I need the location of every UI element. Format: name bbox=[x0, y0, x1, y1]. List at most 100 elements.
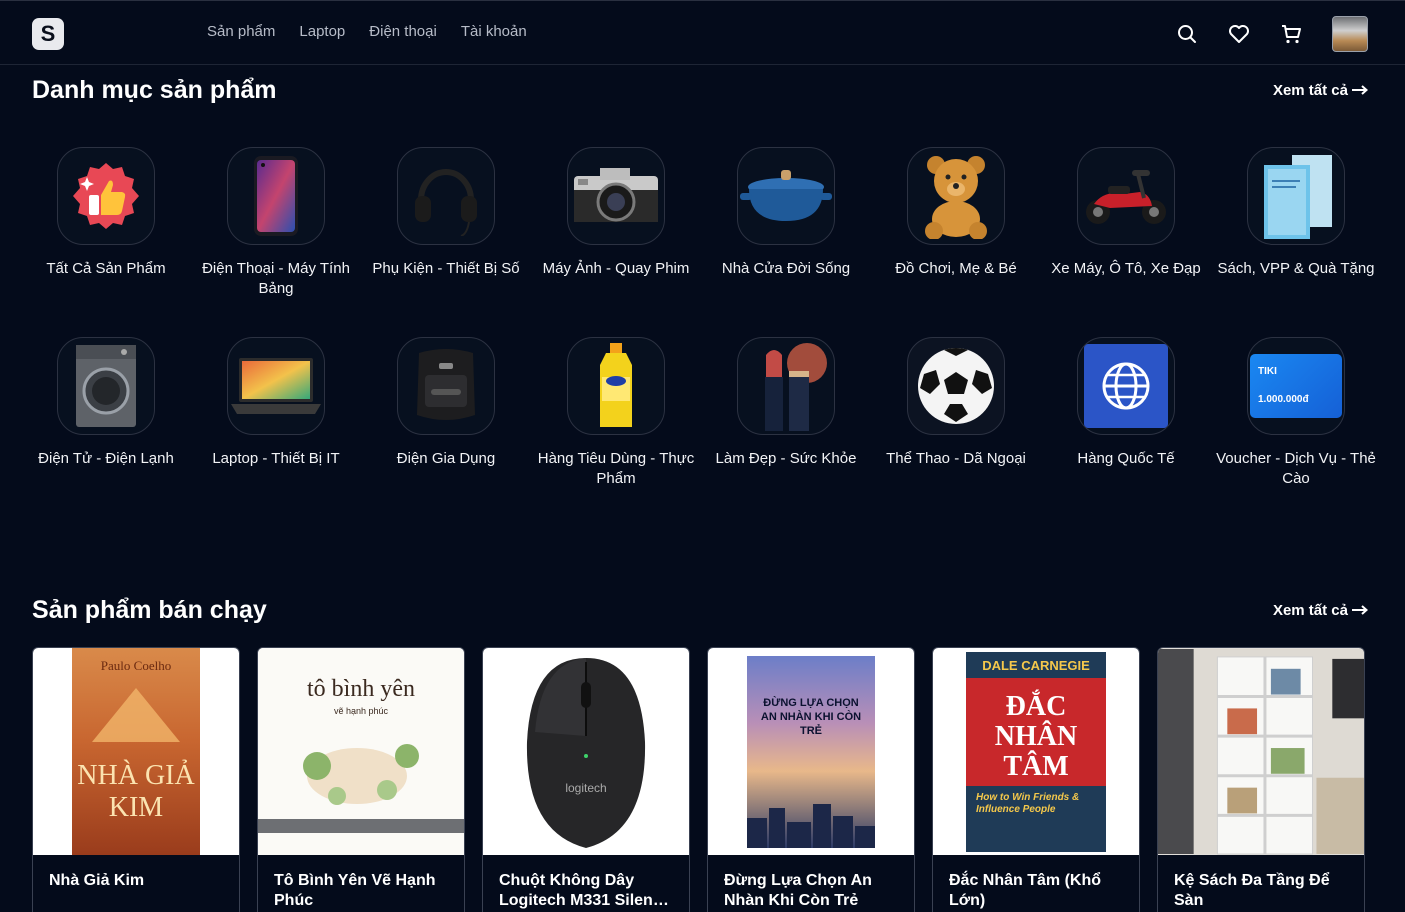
category-item[interactable]: Laptop - Thiết Bị IT bbox=[191, 337, 361, 489]
top-navigation-bar: S Sản phẩm Laptop Điện thoại Tài khoản bbox=[0, 0, 1405, 65]
product-image: ĐỪNG LỰA CHỌN AN NHÀN KHI CÒN TRẺ bbox=[708, 648, 914, 855]
main-nav: Sản phẩm Laptop Điện thoại Tài khoản bbox=[207, 23, 527, 40]
voucher-card: TIKI 1.000.000đ bbox=[1250, 354, 1342, 418]
category-item[interactable]: Đồ Chơi, Mẹ & Bé bbox=[871, 147, 1041, 299]
washing-machine-icon bbox=[57, 337, 155, 435]
soccer-ball-icon bbox=[907, 337, 1005, 435]
product-name: Đắc Nhân Tâm (Khổ Lớn) bbox=[949, 872, 1102, 909]
scooter-icon bbox=[1077, 147, 1175, 245]
category-item[interactable]: Hàng Quốc Tế bbox=[1041, 337, 1211, 489]
category-label: Sách, VPP & Quà Tặng bbox=[1217, 260, 1375, 277]
mouse-illustration: logitech bbox=[526, 657, 646, 848]
cover-subtitle: How to Win Friends & Influence People bbox=[976, 791, 1080, 815]
heart-icon[interactable] bbox=[1228, 23, 1250, 45]
category-label: Voucher - Dịch Vụ - Thẻ Cào bbox=[1216, 450, 1376, 487]
category-label: Laptop - Thiết Bị IT bbox=[212, 450, 340, 467]
category-item[interactable]: Máy Ảnh - Quay Phim bbox=[531, 147, 701, 299]
categories-see-all-link[interactable]: Xem tất cả bbox=[1272, 82, 1369, 99]
globe-icon bbox=[1077, 337, 1175, 435]
bestseller-title: Sản phẩm bán chạy bbox=[32, 596, 267, 624]
category-label: Đồ Chơi, Mẹ & Bé bbox=[895, 260, 1017, 277]
product-image bbox=[1158, 648, 1364, 855]
see-all-label: Xem tất cả bbox=[1272, 82, 1348, 99]
book-cover: tô bình yên vẽ hạnh phúc bbox=[258, 648, 464, 855]
product-name: Kệ Sách Đa Tầng Để Sàn bbox=[1174, 872, 1330, 909]
category-label: Phụ Kiện - Thiết Bị Số bbox=[372, 260, 520, 277]
laptop-icon bbox=[227, 337, 325, 435]
nav-link-account[interactable]: Tài khoản bbox=[461, 23, 527, 40]
category-grid: Tất Cả Sản Phẩm Điện Thoại - Máy Tính Bả… bbox=[21, 147, 1383, 489]
cover-title: ĐỪNG LỰA CHỌN AN NHÀN KHI CÒN TRẺ bbox=[760, 696, 862, 737]
plants-illustration bbox=[303, 744, 419, 805]
product-card[interactable]: logitech Chuột Không Dây Logitech M331 S… bbox=[482, 647, 690, 912]
book-cover: DALE CARNEGIE ĐẮC NHÂN TÂM How to Win Fr… bbox=[966, 651, 1106, 852]
air-fryer-icon bbox=[397, 337, 495, 435]
product-card[interactable]: Kệ Sách Đa Tầng Để Sàn bbox=[1157, 647, 1365, 912]
product-image: DALE CARNEGIE ĐẮC NHÂN TÂM How to Win Fr… bbox=[933, 648, 1139, 855]
phone-icon bbox=[227, 147, 325, 245]
product-image: logitech bbox=[483, 648, 689, 855]
category-item[interactable]: Điện Thoại - Máy Tính Bảng bbox=[191, 147, 361, 299]
see-all-label: Xem tất cả bbox=[1272, 602, 1348, 619]
header-actions bbox=[1176, 16, 1368, 52]
category-label: Tất Cả Sản Phẩm bbox=[46, 260, 166, 277]
headphones-icon bbox=[397, 147, 495, 245]
product-image: Paulo Coelho NHÀ GIẢ KIM bbox=[33, 648, 239, 855]
search-icon[interactable] bbox=[1176, 23, 1198, 45]
site-logo[interactable]: S bbox=[32, 18, 64, 50]
cart-icon[interactable] bbox=[1280, 23, 1302, 45]
pot-icon bbox=[737, 147, 835, 245]
category-item[interactable]: Điện Gia Dụng bbox=[361, 337, 531, 489]
cover-title: ĐẮC NHÂN TÂM bbox=[994, 690, 1078, 782]
category-item[interactable]: Tất Cả Sản Phẩm bbox=[21, 147, 191, 299]
cover-title: NHÀ GIẢ KIM bbox=[77, 760, 195, 823]
product-list: Paulo Coelho NHÀ GIẢ KIM Nhà Giả Kim tô … bbox=[32, 647, 1365, 912]
cover-author: DALE CARNEGIE bbox=[982, 657, 1090, 673]
book-cover: ĐỪNG LỰA CHỌN AN NHÀN KHI CÒN TRẺ bbox=[747, 655, 875, 848]
categories-title: Danh mục sản phẩm bbox=[32, 76, 277, 104]
mouse-brand: logitech bbox=[565, 781, 606, 795]
category-item[interactable]: Làm Đẹp - Sức Khỏe bbox=[701, 337, 871, 489]
nav-link-phone[interactable]: Điện thoại bbox=[369, 23, 437, 40]
product-card[interactable]: tô bình yên vẽ hạnh phúc Tô Bình Yên Vẽ … bbox=[257, 647, 465, 912]
category-label: Xe Máy, Ô Tô, Xe Đạp bbox=[1051, 260, 1201, 277]
product-name: Đừng Lựa Chọn An Nhàn Khi Còn Trẻ bbox=[724, 872, 872, 909]
books-icon bbox=[1247, 147, 1345, 245]
oil-bottle-icon bbox=[567, 337, 665, 435]
category-item[interactable]: TIKI 1.000.000đ Voucher - Dịch Vụ - Thẻ … bbox=[1211, 337, 1381, 489]
lipstick-icon bbox=[737, 337, 835, 435]
product-name: Nhà Giả Kim bbox=[49, 872, 145, 889]
category-label: Điện Gia Dụng bbox=[396, 450, 496, 467]
avatar[interactable] bbox=[1332, 16, 1368, 52]
bestseller-see-all-link[interactable]: Xem tất cả bbox=[1272, 602, 1369, 619]
arrow-right-icon bbox=[1352, 82, 1369, 99]
product-image: tô bình yên vẽ hạnh phúc bbox=[258, 648, 464, 855]
category-label: Hàng Quốc Tế bbox=[1077, 450, 1175, 467]
category-label: Nhà Cửa Đời Sống bbox=[721, 260, 851, 277]
category-item[interactable]: Nhà Cửa Đời Sống bbox=[701, 147, 871, 299]
nav-link-laptop[interactable]: Laptop bbox=[299, 23, 345, 40]
category-item[interactable]: Sách, VPP & Quà Tặng bbox=[1211, 147, 1381, 299]
voucher-brand: TIKI bbox=[1258, 366, 1277, 377]
voucher-icon: TIKI 1.000.000đ bbox=[1247, 337, 1345, 435]
product-card[interactable]: ĐỪNG LỰA CHỌN AN NHÀN KHI CÒN TRẺ Đừng L… bbox=[707, 647, 915, 912]
category-item[interactable]: Thể Thao - Dã Ngoại bbox=[871, 337, 1041, 489]
product-name: Chuột Không Dây Logitech M331 Silent Plu… bbox=[499, 872, 659, 909]
pyramid-illustration bbox=[92, 688, 180, 742]
voucher-amount: 1.000.000đ bbox=[1258, 394, 1309, 405]
category-label: Điện Thoại - Máy Tính Bảng bbox=[202, 260, 350, 297]
category-item[interactable]: Xe Máy, Ô Tô, Xe Đạp bbox=[1041, 147, 1211, 299]
camera-icon bbox=[567, 147, 665, 245]
category-item[interactable]: Phụ Kiện - Thiết Bị Số bbox=[361, 147, 531, 299]
teddy-bear-icon bbox=[907, 147, 1005, 245]
category-item[interactable]: Điện Tử - Điện Lạnh bbox=[21, 337, 191, 489]
cover-author: Paulo Coelho bbox=[100, 658, 172, 673]
category-item[interactable]: Hàng Tiêu Dùng - Thực Phẩm bbox=[531, 337, 701, 489]
product-card[interactable]: DALE CARNEGIE ĐẮC NHÂN TÂM How to Win Fr… bbox=[932, 647, 1140, 912]
book-cover: Paulo Coelho NHÀ GIẢ KIM bbox=[72, 648, 200, 855]
city-illustration bbox=[747, 803, 875, 848]
nav-link-products[interactable]: Sản phẩm bbox=[207, 23, 275, 40]
product-card[interactable]: Paulo Coelho NHÀ GIẢ KIM Nhà Giả Kim bbox=[32, 647, 240, 912]
category-label: Hàng Tiêu Dùng - Thực Phẩm bbox=[537, 450, 695, 487]
category-label: Thể Thao - Dã Ngoại bbox=[886, 450, 1026, 467]
